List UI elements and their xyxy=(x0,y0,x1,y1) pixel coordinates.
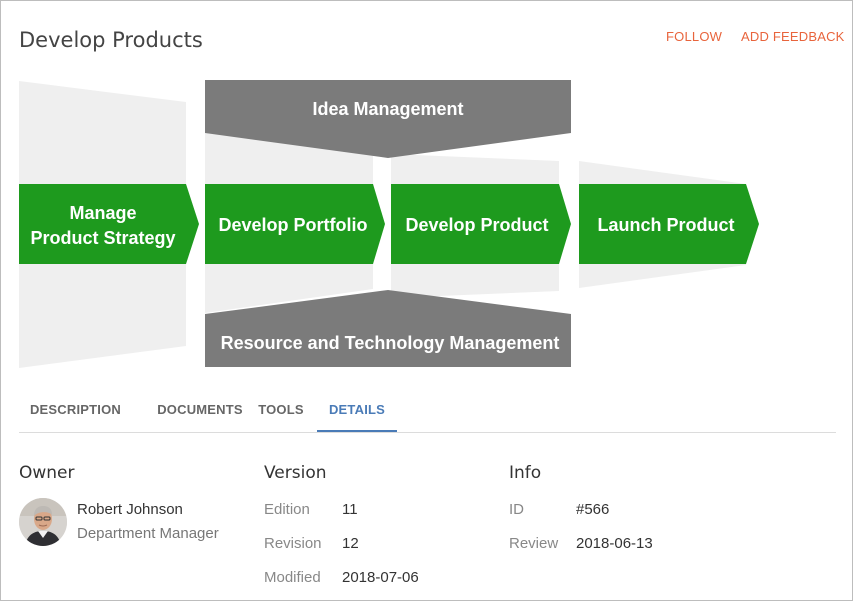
idea-management-label: Idea Management xyxy=(312,99,463,119)
revision-value: 12 xyxy=(342,535,359,552)
info-heading: Info xyxy=(509,463,542,483)
tab-documents[interactable]: DOCUMENTS xyxy=(141,388,259,431)
process-diagram: Idea Management Resource and Technology … xyxy=(1,1,852,381)
tab-tools[interactable]: TOOLS xyxy=(251,388,311,431)
revision-label: Revision xyxy=(264,535,322,552)
owner-heading: Owner xyxy=(19,463,75,483)
tab-bar: DESCRIPTION DOCUMENTS TOOLS DETAILS xyxy=(19,388,836,433)
step-develop-product[interactable]: Develop Product xyxy=(391,184,571,264)
tab-description[interactable]: DESCRIPTION xyxy=(19,388,132,431)
review-value: 2018-06-13 xyxy=(576,535,653,552)
id-value: #566 xyxy=(576,501,610,518)
version-heading: Version xyxy=(264,463,327,483)
owner-role: Department Manager xyxy=(77,525,219,542)
resource-management-label: Resource and Technology Management xyxy=(221,333,560,353)
step-1-line2: Product Strategy xyxy=(30,228,175,248)
owner-name[interactable]: Robert Johnson xyxy=(77,501,183,518)
step-2-label: Develop Portfolio xyxy=(218,215,367,235)
edition-value: 11 xyxy=(342,501,358,518)
tab-details[interactable]: DETAILS xyxy=(317,388,397,432)
page-frame: Develop Products FOLLOW ADD FEEDBACK Ide… xyxy=(0,0,853,601)
modified-value: 2018-07-06 xyxy=(342,569,419,586)
edition-label: Edition xyxy=(264,501,310,518)
step-launch-product[interactable]: Launch Product xyxy=(579,184,759,264)
modified-label: Modified xyxy=(264,569,321,586)
id-label: ID xyxy=(509,501,524,518)
review-label: Review xyxy=(509,535,559,552)
step-develop-portfolio[interactable]: Develop Portfolio xyxy=(205,184,385,264)
step-4-label: Launch Product xyxy=(597,215,734,235)
step-3-label: Develop Product xyxy=(405,215,548,235)
step-1-line1: Manage xyxy=(69,203,136,223)
step-manage-product-strategy[interactable]: Manage Product Strategy xyxy=(19,184,199,264)
avatar[interactable] xyxy=(19,498,67,546)
